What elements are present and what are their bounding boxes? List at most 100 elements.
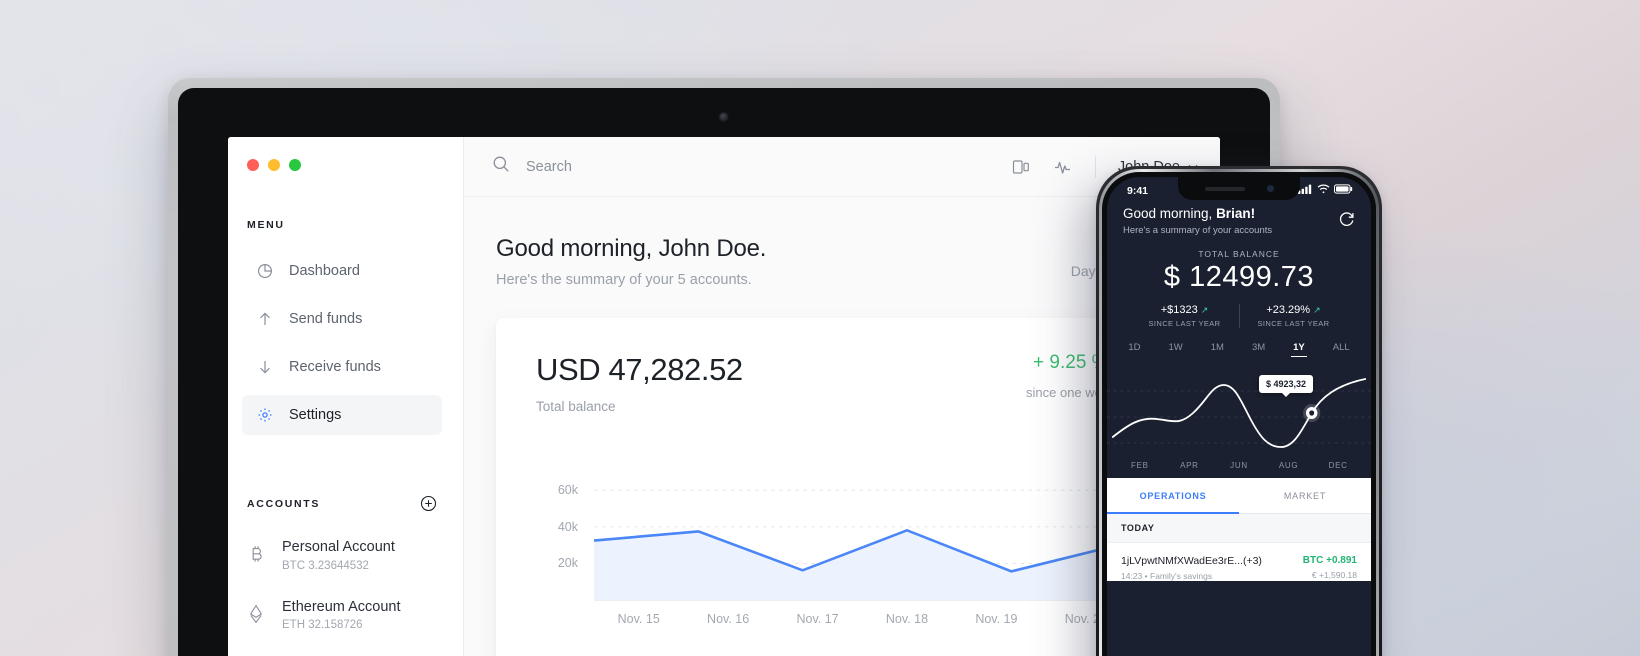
sidebar-item-label: Settings	[289, 407, 342, 423]
phone-section-header: TODAY	[1107, 514, 1371, 543]
phone-notch	[1178, 177, 1300, 200]
status-time: 9:41	[1127, 184, 1149, 197]
transaction-address: 1jLVpwtNMfXWadEe3rE...(+3)	[1121, 555, 1262, 567]
phone-chart-months: FEB APR JUN AUG DEC	[1107, 455, 1371, 478]
plus-circle-icon[interactable]	[420, 495, 437, 512]
laptop-screen: MENU Dashboard Send funds Receive funds …	[228, 137, 1220, 656]
phone-range-1y[interactable]: 1Y	[1279, 342, 1319, 357]
trend-up-icon: ↗	[1313, 305, 1321, 315]
account-item-ethereum[interactable]: Ethereum Account ETH 32.158726	[228, 598, 463, 632]
search-icon	[492, 155, 510, 178]
y-tick-label: 40k	[557, 519, 578, 534]
phone-range-1w[interactable]: 1W	[1154, 342, 1196, 357]
sidebar-item-label: Send funds	[289, 311, 363, 327]
delta-value-wrap: +$1323 ↗	[1149, 304, 1221, 316]
ethereum-icon	[246, 604, 266, 624]
sidebar-item-dashboard[interactable]: Dashboard	[242, 251, 442, 291]
transaction-amount: BTC +0.891	[1302, 555, 1357, 566]
earpiece-speaker	[1204, 186, 1245, 191]
close-window-button[interactable]	[247, 159, 259, 171]
topbar-divider	[1094, 155, 1096, 178]
sidebar-item-label: Receive funds	[289, 359, 381, 375]
y-tick-label: 60k	[557, 483, 578, 498]
sidebar-item-receive-funds[interactable]: Receive funds	[242, 347, 442, 387]
x-tick-label: Nov. 17	[796, 612, 839, 626]
phone-delta-percent: +23.29% ↗ SINCE LAST YEAR	[1240, 304, 1348, 328]
greeting-name: Brian!	[1216, 206, 1256, 221]
greeting-block: Good morning, John Doe. Here's the summa…	[496, 235, 766, 288]
account-name: Ethereum Account	[282, 598, 401, 615]
transaction-time: 14:23	[1121, 571, 1143, 581]
total-balance-value: USD 47,282.52	[536, 352, 743, 387]
account-text-block: Ethereum Account ETH 32.158726	[282, 598, 401, 632]
transaction-amounts: BTC +0.891 € +1,590.18	[1303, 555, 1357, 580]
maximize-window-button[interactable]	[289, 159, 301, 171]
phone-greeting-subtitle: Here's a summary of your accounts	[1123, 225, 1273, 236]
delta-caption: SINCE LAST YEAR	[1257, 319, 1330, 328]
sidebar-item-label: Dashboard	[289, 263, 360, 279]
phone-dark-section: 9:41 Good morning, Brian! Here's a summa…	[1107, 177, 1371, 478]
phone-greeting: Good morning, Brian! Here's a summary of…	[1107, 197, 1371, 236]
month-label: AUG	[1278, 461, 1299, 470]
phone-tab-market[interactable]: MARKET	[1239, 478, 1371, 514]
phone-chart-tooltip: $ 4923,32	[1259, 375, 1314, 393]
total-balance-caption: Total balance	[536, 399, 616, 414]
phone-chart-svg	[1107, 378, 1371, 448]
phone-greeting-text: Good morning, Brian! Here's a summary of…	[1123, 206, 1272, 236]
dashboard-app: MENU Dashboard Send funds Receive funds …	[228, 137, 1220, 656]
sidebar-item-settings[interactable]: Settings	[242, 395, 442, 435]
delta-value: +$1323	[1160, 304, 1198, 316]
phone-delta-amount: +$1323 ↗ SINCE LAST YEAR	[1131, 304, 1239, 328]
transaction-fiat-amount: € +1,590.18	[1311, 570, 1357, 580]
search-bar[interactable]	[492, 155, 997, 178]
menu-section-label: MENU	[247, 219, 285, 231]
phone-range-1d[interactable]: 1D	[1114, 342, 1154, 357]
phone-range-selector: 1D 1W 1M 3M 1Y ALL	[1107, 342, 1371, 357]
refresh-icon[interactable]	[1338, 210, 1355, 232]
sidebar-item-send-funds[interactable]: Send funds	[242, 299, 442, 339]
mobile-device-icon[interactable]	[1011, 157, 1031, 177]
phone-delta-row: +$1323 ↗ SINCE LAST YEAR +23.29% ↗ SINCE…	[1107, 304, 1371, 328]
chart-y-axis: 60k 40k 20k	[536, 440, 578, 600]
delta-value-wrap: +23.29% ↗	[1258, 304, 1330, 316]
gear-icon	[256, 407, 273, 424]
x-tick-label: Nov. 19	[975, 612, 1018, 626]
minimize-window-button[interactable]	[268, 159, 280, 171]
transaction-row[interactable]: 1jLVpwtNMfXWadEe3rE...(+3) 14:23 • Famil…	[1107, 543, 1371, 581]
x-tick-label: Nov. 15	[617, 612, 660, 626]
month-label: APR	[1180, 461, 1199, 470]
account-balance: ETH 32.158726	[282, 619, 363, 632]
trend-up-icon: ↗	[1200, 305, 1209, 315]
delta-caption: SINCE LAST YEAR	[1148, 319, 1221, 328]
account-item-personal[interactable]: Personal Account BTC 3.23644532	[228, 538, 463, 572]
phone-tab-operations[interactable]: OPERATIONS	[1107, 478, 1239, 514]
activity-pulse-icon[interactable]	[1053, 157, 1073, 177]
phone-body: 9:41 Good morning, Brian! Here's a summa…	[1102, 172, 1376, 656]
month-label: FEB	[1130, 461, 1149, 470]
sidebar: MENU Dashboard Send funds Receive funds …	[228, 137, 464, 656]
transaction-tag: Family's savings	[1150, 571, 1213, 581]
phone-range-1m[interactable]: 1M	[1197, 342, 1238, 357]
front-camera-icon	[1266, 185, 1274, 192]
total-balance-block: USD 47,282.52 Total balance	[536, 352, 966, 414]
wifi-icon	[1317, 184, 1330, 197]
cellular-signal-icon	[1298, 184, 1313, 197]
transaction-details: 1jLVpwtNMfXWadEe3rE...(+3) 14:23 • Famil…	[1121, 555, 1262, 581]
sidebar-nav: Dashboard Send funds Receive funds Setti…	[228, 251, 463, 435]
phone-range-all[interactable]: ALL	[1319, 342, 1364, 357]
greeting-prefix: Good morning,	[1123, 206, 1217, 221]
month-label: JUN	[1230, 461, 1248, 470]
phone-balance-caption: TOTAL BALANCE	[1198, 249, 1280, 259]
month-label: DEC	[1328, 461, 1348, 470]
phone-device: 9:41 Good morning, Brian! Here's a summa…	[1096, 166, 1382, 656]
account-text-block: Personal Account BTC 3.23644532	[282, 538, 395, 572]
phone-range-3m[interactable]: 3M	[1238, 342, 1279, 357]
page-title: Good morning, John Doe.	[496, 235, 767, 262]
arrow-down-icon	[256, 359, 273, 376]
status-indicators	[1298, 184, 1353, 197]
x-tick-label: Nov. 18	[885, 612, 929, 626]
account-balance: BTC 3.23644532	[282, 559, 369, 572]
search-input[interactable]	[526, 158, 786, 175]
